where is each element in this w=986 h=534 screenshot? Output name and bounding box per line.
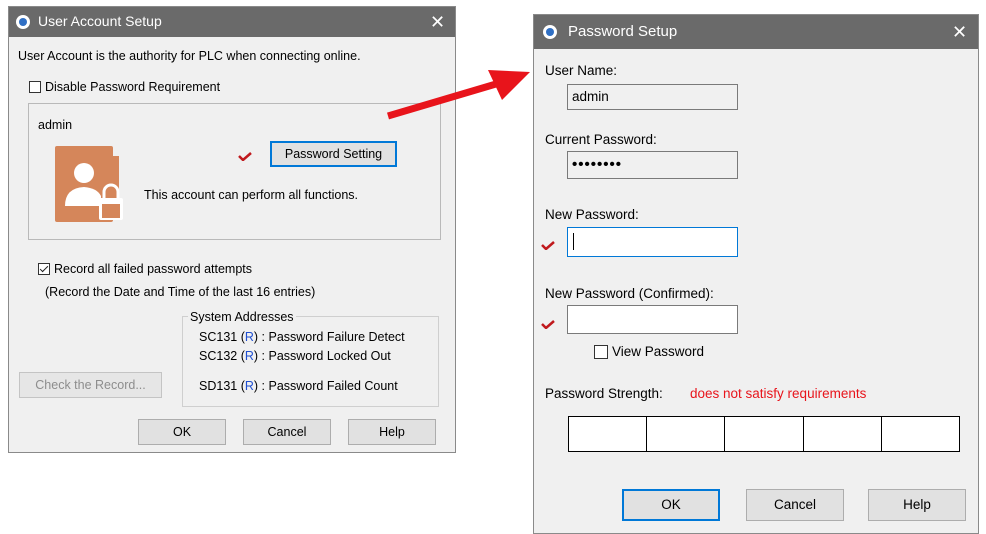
password-setting-button[interactable]: Password Setting bbox=[270, 141, 397, 167]
strength-segment bbox=[804, 417, 882, 451]
red-checkmark-icon bbox=[541, 241, 555, 250]
view-password-checkbox[interactable] bbox=[594, 345, 608, 359]
disable-password-checkbox[interactable] bbox=[29, 81, 41, 93]
check-record-button[interactable]: Check the Record... bbox=[19, 372, 162, 398]
new-password-label: New Password: bbox=[545, 207, 639, 222]
view-password-label: View Password bbox=[612, 344, 705, 359]
app-icon bbox=[16, 15, 30, 29]
user-lock-icon bbox=[55, 146, 123, 222]
password-strength-status: does not satisfy requirements bbox=[690, 386, 867, 401]
close-icon[interactable]: ✕ bbox=[430, 13, 445, 31]
new-password-input[interactable] bbox=[567, 227, 738, 257]
record-failed-label: Record all failed password attempts bbox=[54, 262, 253, 276]
record-failed-note: (Record the Date and Time of the last 16… bbox=[45, 285, 316, 299]
strength-segment bbox=[725, 417, 804, 451]
current-password-label: Current Password: bbox=[545, 132, 657, 147]
strength-segment bbox=[569, 417, 648, 451]
title-bar: User Account Setup ✕ bbox=[9, 7, 455, 37]
title-bar: Password Setup ✕ bbox=[534, 15, 978, 49]
system-addresses-group: System Addresses SC131 (R) : Password Fa… bbox=[182, 310, 439, 407]
cancel-button[interactable]: Cancel bbox=[746, 489, 844, 521]
disable-password-label: Disable Password Requirement bbox=[45, 80, 221, 94]
red-checkmark-icon bbox=[541, 320, 555, 329]
help-button[interactable]: Help bbox=[868, 489, 966, 521]
record-failed-checkbox[interactable] bbox=[38, 263, 50, 275]
help-button[interactable]: Help bbox=[348, 419, 436, 445]
window-title: User Account Setup bbox=[38, 13, 162, 29]
system-address-row: SC132 (R) : Password Locked Out bbox=[199, 349, 391, 363]
ok-button[interactable]: OK bbox=[138, 419, 226, 445]
password-strength-meter bbox=[568, 416, 960, 452]
red-checkmark-icon bbox=[238, 152, 252, 161]
close-icon[interactable]: ✕ bbox=[952, 23, 967, 41]
account-name: admin bbox=[38, 118, 73, 132]
strength-segment bbox=[647, 417, 726, 451]
cancel-button[interactable]: Cancel bbox=[243, 419, 331, 445]
new-password-confirmed-label: New Password (Confirmed): bbox=[545, 286, 714, 301]
system-address-row: SC131 (R) : Password Failure Detect bbox=[199, 330, 405, 344]
current-password-field[interactable]: •••••••• bbox=[567, 151, 738, 179]
red-arrow-icon bbox=[387, 70, 530, 120]
account-panel: admin Password Setting This account can … bbox=[28, 103, 441, 240]
window-title: Password Setup bbox=[568, 23, 678, 40]
description-text: User Account is the authority for PLC wh… bbox=[18, 49, 361, 63]
system-addresses-legend: System Addresses bbox=[188, 310, 296, 324]
app-icon bbox=[543, 25, 557, 39]
account-description: This account can perform all functions. bbox=[144, 188, 358, 202]
user-name-label: User Name: bbox=[545, 63, 618, 78]
password-setup-window: Password Setup ✕ User Name: admin Curren… bbox=[533, 14, 979, 534]
new-password-confirmed-input[interactable] bbox=[567, 305, 738, 334]
strength-segment bbox=[882, 417, 959, 451]
ok-button[interactable]: OK bbox=[622, 489, 720, 521]
user-name-field: admin bbox=[567, 84, 738, 110]
system-address-row: SD131 (R) : Password Failed Count bbox=[199, 379, 398, 393]
password-strength-label: Password Strength: bbox=[545, 386, 663, 401]
text-cursor bbox=[573, 233, 574, 250]
